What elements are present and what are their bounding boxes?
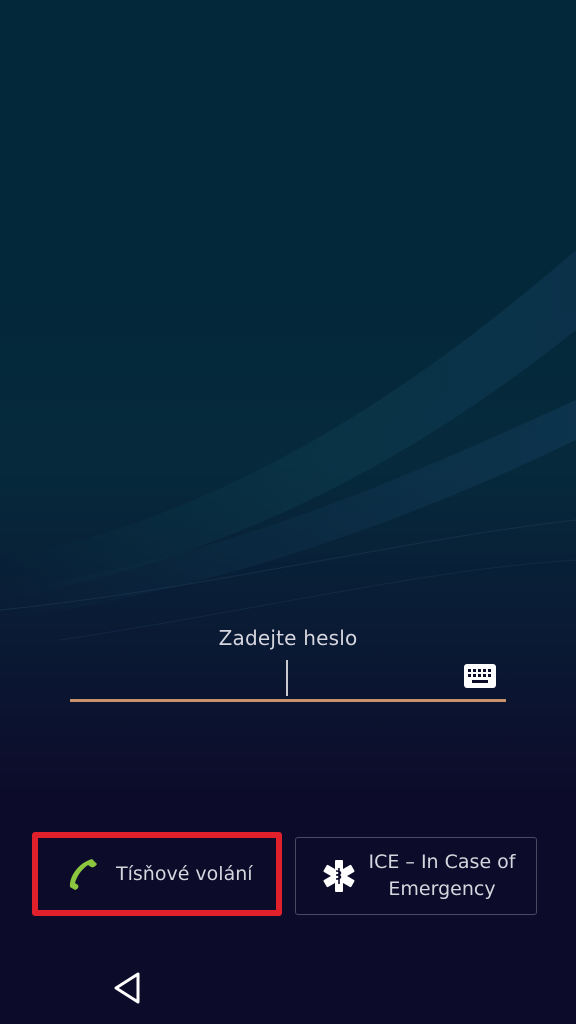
ice-button[interactable]: ICE – In Case of Emergency <box>295 837 537 915</box>
password-prompt: Zadejte heslo <box>218 626 358 650</box>
back-icon <box>114 972 140 1004</box>
emergency-call-label: Tísňové volání <box>116 863 253 885</box>
phone-icon <box>69 859 97 890</box>
back-button[interactable] <box>110 970 146 1006</box>
password-underline <box>70 699 506 702</box>
password-field[interactable] <box>70 656 506 702</box>
text-cursor <box>286 660 288 696</box>
medical-star-icon <box>323 860 355 892</box>
emergency-call-button[interactable]: Tísňové volání <box>32 832 282 916</box>
navigation-bar <box>0 946 576 1024</box>
ice-label: ICE – In Case of Emergency <box>356 849 536 903</box>
ice-label-line1: ICE – In Case of <box>368 851 516 873</box>
keyboard-icon <box>464 664 496 688</box>
keyboard-toggle-button[interactable] <box>464 664 496 690</box>
ice-label-line2: Emergency <box>388 878 496 900</box>
